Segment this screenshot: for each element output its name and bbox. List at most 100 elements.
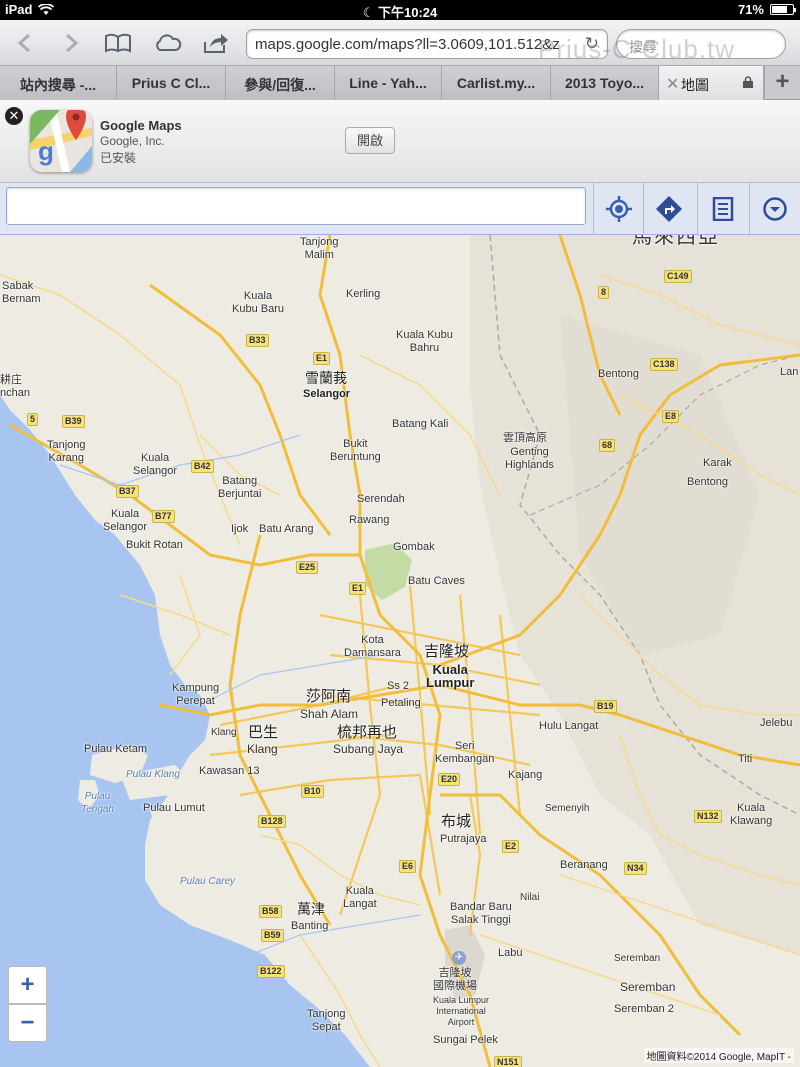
road-shield-c138: C138 [650,358,678,371]
map-label-gombak: Gombak [393,541,435,553]
map-label-semenyih: Semenyih [545,803,590,814]
icloud-tabs-icon[interactable] [152,29,184,57]
map-label-gengchuang: 耕庄 nchan [0,374,30,399]
map-label-tanjong-malim: Tanjong Malim [300,236,339,261]
map-label-karak: Karak [703,457,732,469]
map-label-bukit-beruntung: Bukit Beruntung [330,438,381,463]
status-right: 71% [737,2,796,17]
back-icon[interactable] [8,29,40,57]
map-label-shah-alam: Shah Alam [300,707,359,721]
road-shield-b37: B37 [116,485,139,498]
map-label-titi: Titi [738,753,753,765]
map-label-klang-cjk: 巴生 [248,724,279,741]
map-label-pulau-klang: Pulau Klang [126,769,180,780]
map-label-genting-cjk: 雲頂高原 [503,432,547,444]
road-shield-b10: B10 [301,785,324,798]
svg-text:g: g [38,136,54,166]
map-label-kl-cjk: 吉隆坡 [424,643,470,660]
directions-icon[interactable] [643,183,693,235]
bookmarks-icon[interactable] [102,29,134,57]
map-label-seri-kembangan: Seri Kembangan [435,740,495,765]
map-label-rawang: Rawang [349,514,390,526]
map-label-seremban-big: Seremban [620,980,676,994]
zoom-out-button[interactable]: − [8,1004,47,1042]
zoom-in-button[interactable]: + [8,966,47,1004]
road-shield-b122: B122 [257,965,285,978]
battery-icon [770,4,796,15]
tab-bar: 站內搜尋 -... Prius C Cl... 參與/回復... Line - … [0,66,800,100]
map-label-serendah: Serendah [357,493,405,505]
map-label-lan: Lan [780,366,799,378]
list-icon[interactable] [697,183,747,235]
status-time: ☾ 下午10:24 [0,2,800,21]
map-label-kajang: Kajang [508,769,543,781]
map-label-pulau-carey: Pulau Carey [180,876,236,887]
tab-3[interactable]: Line - Yah... [335,66,442,100]
share-icon[interactable] [200,29,232,57]
battery-percent: 71% [737,2,764,17]
map-label-kl: Kuala Lumpur [426,662,475,690]
road-shield-n151: N151 [494,1056,522,1067]
tab-1[interactable]: Prius C Cl... [117,66,226,100]
add-tab-icon[interactable]: + [764,66,800,100]
road-shield-b128: B128 [258,815,286,828]
tab-0[interactable]: 站內搜尋 -... [0,66,117,100]
menu-dropdown-icon[interactable] [749,183,800,235]
my-location-icon[interactable] [593,183,643,235]
app-developer: Google, Inc. [100,134,165,148]
open-app-button[interactable]: 開啟 [345,127,395,154]
map-label-pulau-tengah: Pulau Tengah [81,791,114,815]
map-label-kota-damansara: Kota Damansara [344,634,401,659]
map-label-sungai-pelek: Sungai Pelek [433,1034,498,1046]
map-label-banting-cjk: 萬津 [297,901,325,917]
tab-close-icon[interactable]: ✕ [666,74,679,94]
tab-2[interactable]: 參與/回復... [226,66,335,100]
map-label-klia: Kuala Lumpur International Airport [433,995,490,1027]
road-shield-e20: E20 [438,773,461,786]
map-label-pulau-lumut: Pulau Lumut [143,802,205,814]
map-label-labu: Labu [498,947,523,959]
status-bar: iPad ☾ 下午10:24 71% [0,0,800,20]
road-shield-n34: N34 [624,862,647,875]
clock: 下午10:24 [378,5,438,20]
map-label-selangor: Selangor [303,388,351,400]
map-label-tanjong-karang: Tanjong Karang [47,439,86,464]
watermark: Prius-C-Club.tw [538,34,736,64]
road-shield-b19: B19 [594,700,617,713]
road-shield-5: 5 [27,413,39,426]
maps-search-input[interactable] [6,187,586,225]
map-label-banting: Banting [291,920,329,932]
airport-icon: ✈ [452,951,466,965]
road-shield-c149: C149 [664,270,692,283]
road-shield-e25: E25 [296,561,319,574]
map-label-sabak-bernam: Sabak Bernam [2,280,41,305]
road-shield-68: 68 [599,439,616,452]
forward-icon[interactable] [56,29,88,57]
moon-icon: ☾ [362,5,375,20]
road-shield-e2: E2 [502,840,520,853]
tab-5[interactable]: 2013 Toyo... [551,66,659,100]
map-label-seremban: Seremban [614,953,661,964]
map-label-subang: Subang Jaya [333,742,404,756]
map-label-bentong: Bentong [598,368,639,380]
map-label-kuala-kubu-bahru: Kuala Kubu Bahru [396,329,453,354]
road-shield-e1-north: E1 [313,352,331,365]
road-shield-e1-south: E1 [349,582,367,595]
map-label-hulu-langat: Hulu Langat [539,720,599,732]
smart-app-banner: ✕ g Google Maps Google, Inc. 已安裝 開啟 [0,100,800,183]
road-shield-e8: E8 [662,410,680,423]
tab-4[interactable]: Carlist.my... [442,66,551,100]
map-label-kampung-perepat: Kampung Perepat [172,682,220,707]
map-label-kuala-selangor: Kuala Selangor [133,452,178,477]
tab-6-label: 地圖 [681,77,709,93]
banner-close-icon[interactable]: ✕ [5,107,23,125]
map-label-kuala-klawang: Kuala Klawang [730,802,773,827]
map-label-bandar-baru-salak-tinggi: Bandar Baru Salak Tinggi [450,901,512,926]
map-label-pulau-ketam: Pulau Ketam [84,743,147,755]
map-label-kuala-langat: Kuala Langat [343,885,377,910]
map-canvas[interactable]: 馬來西亞 Tanjong Malim Sabak Bernam Kuala Ku… [0,235,800,1067]
map-label-ijok: Ijok [231,523,249,535]
map-label-bentong-2: Bentong [687,476,728,488]
map-label-selangor-cjk: 雪蘭莪 [305,370,347,386]
map-label-nilai: Nilai [520,892,540,903]
